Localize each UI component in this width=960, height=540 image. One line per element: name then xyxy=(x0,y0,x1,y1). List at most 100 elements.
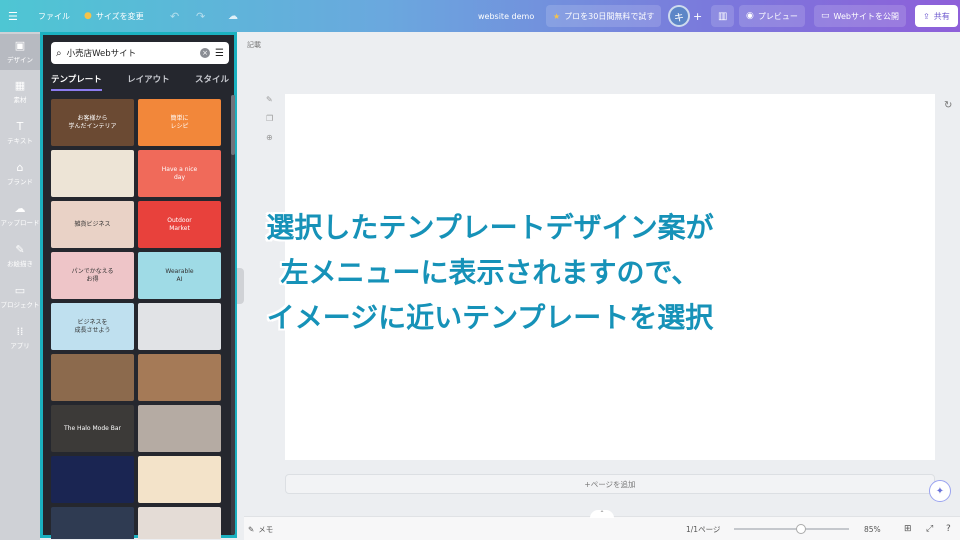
clear-search-icon[interactable]: × xyxy=(200,48,211,58)
magic-assistant-icon[interactable]: ✦ xyxy=(929,480,951,502)
template-thumbnail[interactable]: パンでかなえる お得 xyxy=(51,252,134,299)
template-search-input[interactable]: ⌕ 小売店Webサイト × ☰ xyxy=(51,42,229,64)
pro-trial-button[interactable]: ★ プロを30日間無料で試す xyxy=(546,5,662,27)
rail-label: ブランド xyxy=(7,178,33,186)
share-button[interactable]: ⇪ 共有 xyxy=(915,5,958,27)
elements-icon: ▦ xyxy=(14,79,26,92)
publish-website-button[interactable]: ▭ Webサイトを公開 xyxy=(814,5,906,27)
left-rail: ▣ デザイン ▦ 素材 T テキスト ⌂ ブランド ☁ アップロード ✎ お絵描… xyxy=(0,32,40,540)
menu-icon[interactable]: ☰ xyxy=(8,0,18,32)
add-page-button[interactable]: +ページを追加 xyxy=(285,474,935,494)
insights-icon[interactable]: ▥ xyxy=(711,5,735,27)
publish-label: Webサイトを公開 xyxy=(833,11,899,21)
page-tools: ✎ ❐ ⊕ xyxy=(266,95,278,142)
rail-label: アップロード xyxy=(0,219,40,227)
template-panel: ⌕ 小売店Webサイト × ☰ テンプレート レイアウト スタイル お客様から … xyxy=(40,32,237,539)
rail-item-draw[interactable]: ✎ お絵描き xyxy=(0,238,40,274)
tab-styles[interactable]: スタイル xyxy=(195,73,229,91)
preview-button[interactable]: ◉ プレビュー xyxy=(739,5,805,27)
rail-item-projects[interactable]: ▭ プロジェクト xyxy=(0,279,40,315)
tab-templates[interactable]: テンプレート xyxy=(51,73,102,91)
folder-icon: ▭ xyxy=(14,284,26,297)
page-count-text: 1/1ページ xyxy=(686,524,721,534)
page-count[interactable]: 1/1ページ xyxy=(686,517,720,540)
document-title-text: website demo xyxy=(478,11,535,21)
brand-icon: ⌂ xyxy=(16,161,24,174)
redo-icon[interactable]: ↷ xyxy=(196,0,205,32)
rail-item-brand[interactable]: ⌂ ブランド xyxy=(0,156,40,192)
tab-layouts[interactable]: レイアウト xyxy=(127,73,170,91)
template-thumbnail[interactable] xyxy=(51,456,134,503)
zoom-slider[interactable] xyxy=(734,524,849,534)
template-thumbnail[interactable] xyxy=(51,507,134,539)
top-bar: ☰ ファイル ● サイズを変更 ↶ ↷ ☁ website demo ★ プロを… xyxy=(0,0,960,32)
template-thumbnail[interactable]: ビジネスを 成長させよう xyxy=(51,303,134,350)
template-thumbnail[interactable] xyxy=(138,303,221,350)
template-thumbnail[interactable]: お客様から 学んだインテリア xyxy=(51,99,134,146)
chevron-up-icon[interactable]: ⌃ xyxy=(590,510,614,518)
rail-label: テキスト xyxy=(7,137,33,145)
template-thumbnail[interactable] xyxy=(138,456,221,503)
note-icon[interactable]: ✎ xyxy=(266,95,278,104)
caption-line-2: 左メニューに表示されますので、 xyxy=(280,256,700,289)
template-thumbnail[interactable] xyxy=(51,150,134,197)
template-thumbnail[interactable] xyxy=(51,354,134,401)
template-thumbnail[interactable] xyxy=(138,405,221,452)
template-thumbnail[interactable]: 簡単に レシピ xyxy=(138,99,221,146)
caption-line-3: イメージに近いテンプレートを選択 xyxy=(266,301,714,334)
cloud-upload-icon: ☁ xyxy=(14,202,26,215)
notes-label: メモ xyxy=(258,524,274,534)
scrollbar-thumb[interactable] xyxy=(231,95,235,155)
avatar-initial: キ xyxy=(668,5,690,27)
cloud-save-icon[interactable]: ☁ xyxy=(228,0,238,32)
rail-item-apps[interactable]: ⁞⁞ アプリ xyxy=(0,320,40,356)
refresh-icon[interactable]: ↻ xyxy=(944,100,952,111)
help-icon[interactable]: ? xyxy=(946,517,951,540)
duplicate-icon[interactable]: ❐ xyxy=(266,114,278,123)
rail-label: アプリ xyxy=(10,342,30,350)
rail-item-design[interactable]: ▣ デザイン xyxy=(0,34,40,70)
instruction-caption: 選択したテンプレートデザイン案が 左メニューに表示されますので、 イメージに近い… xyxy=(230,205,750,340)
search-value: 小売店Webサイト xyxy=(66,49,137,59)
text-icon: T xyxy=(16,120,24,133)
eye-icon: ◉ xyxy=(746,11,754,21)
file-menu-label: ファイル xyxy=(38,11,70,21)
resize-button[interactable]: ● サイズを変更 xyxy=(84,0,144,32)
template-thumbnail[interactable] xyxy=(138,507,221,539)
rail-label: お絵描き xyxy=(7,260,33,268)
template-thumbnail[interactable]: The Halo Mode Bar xyxy=(51,405,134,452)
rail-item-text[interactable]: T テキスト xyxy=(0,115,40,151)
add-page-label: +ページを追加 xyxy=(584,479,636,489)
add-collaborator-icon[interactable]: + xyxy=(693,0,702,32)
upload-icon: ⇪ xyxy=(923,11,930,21)
pencil-icon: ✎ xyxy=(248,524,255,534)
template-thumbnail[interactable]: Outdoor Market xyxy=(138,201,221,248)
apps-grid-icon: ⁞⁞ xyxy=(16,325,24,338)
rail-item-uploads[interactable]: ☁ アップロード xyxy=(0,197,40,233)
template-thumbnail[interactable]: 雑貨ビジネス xyxy=(51,201,134,248)
search-icon: ⌕ xyxy=(56,47,62,59)
template-thumbnail[interactable]: Have a nice day xyxy=(138,150,221,197)
avatar[interactable]: キ xyxy=(668,5,690,27)
file-menu[interactable]: ファイル xyxy=(38,0,70,32)
template-thumbnail[interactable] xyxy=(138,354,221,401)
fullscreen-icon[interactable]: ⤢ xyxy=(926,517,933,540)
template-thumbnail[interactable]: Wearable AI xyxy=(138,252,221,299)
grid-view-icon[interactable]: ⊞ xyxy=(904,517,912,540)
bottom-bar: ✎ メモ 1/1ページ 85% ⊞ ⤢ ? xyxy=(244,516,960,540)
notes-button[interactable]: ✎ メモ xyxy=(248,517,273,540)
design-icon: ▣ xyxy=(14,39,26,52)
filter-icon[interactable]: ☰ xyxy=(215,48,224,59)
monitor-icon: ▭ xyxy=(821,11,830,21)
add-icon[interactable]: ⊕ xyxy=(266,133,278,142)
zoom-text: 85% xyxy=(864,524,881,534)
resize-label: サイズを変更 xyxy=(95,11,144,21)
caption-line-1: 選択したテンプレートデザイン案が xyxy=(266,211,714,244)
zoom-level[interactable]: 85% xyxy=(864,517,881,540)
rail-item-elements[interactable]: ▦ 素材 xyxy=(0,74,40,110)
undo-icon[interactable]: ↶ xyxy=(170,0,179,32)
document-title[interactable]: website demo xyxy=(478,0,534,32)
star-icon: ★ xyxy=(553,11,561,21)
zoom-slider-knob[interactable] xyxy=(796,524,806,534)
rail-label: プロジェクト xyxy=(0,301,40,309)
